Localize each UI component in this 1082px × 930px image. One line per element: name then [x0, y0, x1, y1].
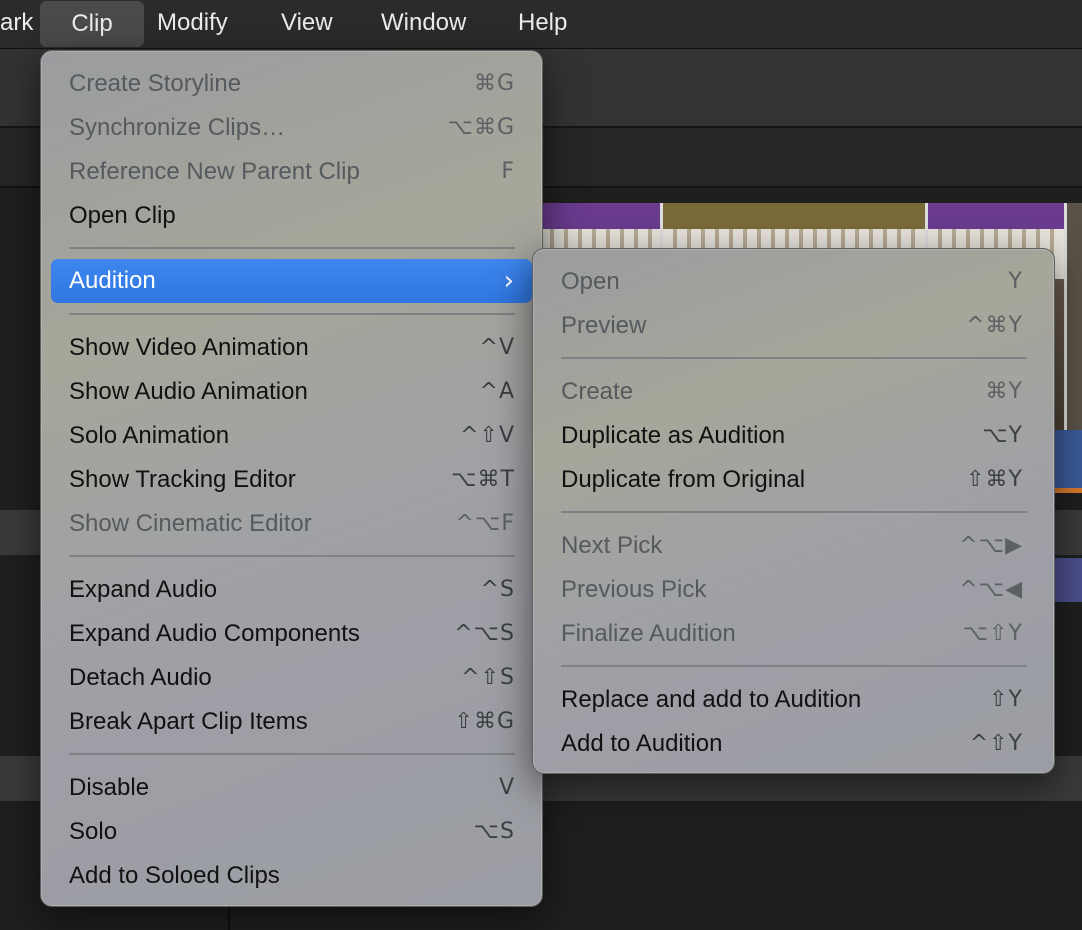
submenu-item-previous-pick[interactable]: Previous Pick ^⌥◀ [561, 568, 1023, 612]
menu-bar: ark Clip Modify View Window Help [0, 0, 1082, 49]
menu-item-audition[interactable]: Audition › [51, 259, 532, 303]
menubar-item-clip[interactable]: Clip [40, 1, 144, 47]
chevron-right-icon: › [503, 266, 514, 296]
audio-level-line [1055, 488, 1082, 493]
menubar-item-window[interactable]: Window [381, 0, 466, 48]
menu-item-create-storyline[interactable]: Create Storyline ⌘G [69, 62, 515, 106]
menu-item-expand-audio-components[interactable]: Expand Audio Components ^⌥S [69, 612, 515, 656]
submenu-item-replace-and-add-to-audition[interactable]: Replace and add to Audition ⇧Y [561, 678, 1023, 722]
menubar-item-modify[interactable]: Modify [157, 0, 228, 48]
clip-menu: Create Storyline ⌘G Synchronize Clips… ⌥⌘G… [40, 50, 543, 907]
menu-item-solo-animation[interactable]: Solo Animation ^⇧V [69, 414, 515, 458]
menu-item-disable[interactable]: Disable V [69, 766, 515, 810]
menu-item-show-video-animation[interactable]: Show Video Animation ^V [69, 326, 515, 370]
menubar-item-mark[interactable]: ark [0, 0, 33, 48]
submenu-item-create[interactable]: Create ⌘Y [561, 370, 1023, 414]
menu-separator [69, 247, 515, 249]
menu-separator [69, 753, 515, 755]
menu-item-reference-new-parent-clip[interactable]: Reference New Parent Clip F [69, 150, 515, 194]
submenu-item-duplicate-as-audition[interactable]: Duplicate as Audition ⌥Y [561, 414, 1023, 458]
timeline-clip-bar [1055, 558, 1082, 602]
menu-item-show-audio-animation[interactable]: Show Audio Animation ^A [69, 370, 515, 414]
menu-separator [69, 313, 515, 315]
submenu-item-next-pick[interactable]: Next Pick ^⌥▶ [561, 524, 1023, 568]
menu-separator [561, 665, 1027, 667]
menu-item-show-tracking-editor[interactable]: Show Tracking Editor ⌥⌘T [69, 458, 515, 502]
menu-item-open-clip[interactable]: Open Clip [69, 194, 515, 238]
menu-item-add-to-soloed-clips[interactable]: Add to Soloed Clips [69, 854, 515, 898]
menu-item-solo[interactable]: Solo ⌥S [69, 810, 515, 854]
submenu-item-open[interactable]: Open Y [561, 260, 1023, 304]
menu-item-break-apart-clip-items[interactable]: Break Apart Clip Items ⇧⌘G [69, 700, 515, 744]
submenu-item-add-to-audition[interactable]: Add to Audition ^⇧Y [561, 722, 1023, 766]
menu-item-synchronize-clips[interactable]: Synchronize Clips… ⌥⌘G [69, 106, 515, 150]
submenu-item-duplicate-from-original[interactable]: Duplicate from Original ⇧⌘Y [561, 458, 1023, 502]
menu-separator [561, 357, 1027, 359]
menu-item-detach-audio[interactable]: Detach Audio ^⇧S [69, 656, 515, 700]
menu-separator [561, 511, 1027, 513]
submenu-item-finalize-audition[interactable]: Finalize Audition ⌥⇧Y [561, 612, 1023, 656]
menu-item-expand-audio[interactable]: Expand Audio ^S [69, 568, 515, 612]
menu-separator [69, 555, 515, 557]
submenu-item-preview[interactable]: Preview ^⌘Y [561, 304, 1023, 348]
audition-submenu: Open Y Preview ^⌘Y Create ⌘Y Duplicate as A… [532, 248, 1055, 774]
menu-item-show-cinematic-editor[interactable]: Show Cinematic Editor ^⌥F [69, 502, 515, 546]
menubar-item-help[interactable]: Help [518, 0, 567, 48]
audio-waveform [1055, 430, 1082, 490]
menubar-item-view[interactable]: View [281, 0, 333, 48]
